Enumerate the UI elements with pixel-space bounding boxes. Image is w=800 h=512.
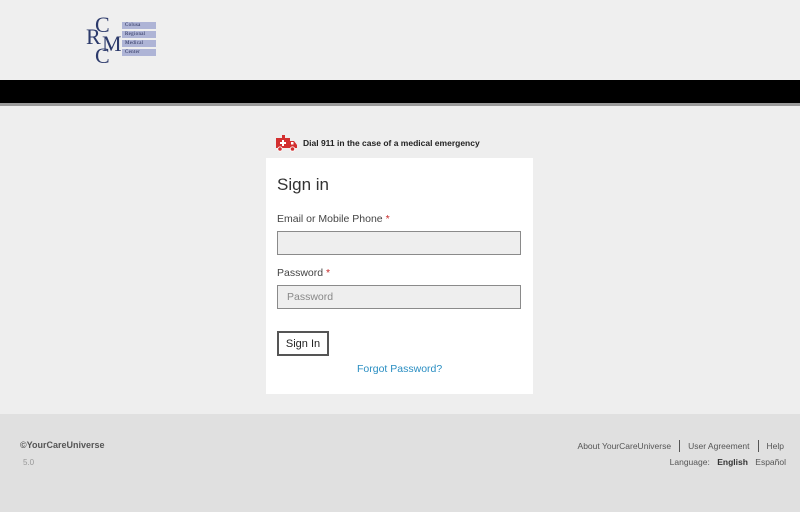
language-option-espanol[interactable]: Español: [755, 457, 786, 467]
sign-in-title: Sign in: [277, 175, 329, 194]
logo-word-center: Center: [122, 49, 156, 56]
footer-link-divider: [679, 440, 681, 452]
header: C R M C Colusa Regional Medical Center: [0, 0, 800, 80]
email-field[interactable]: [277, 231, 521, 255]
password-field[interactable]: [277, 285, 521, 309]
top-bar: [0, 80, 800, 103]
language-label: Language:: [669, 457, 710, 467]
sign-in-card: Sign in Email or Mobile Phone * Password…: [266, 158, 533, 394]
copyright-text: ©YourCareUniverse: [20, 440, 105, 450]
language-option-english[interactable]: English: [717, 457, 748, 467]
password-label-text: Password: [277, 267, 324, 279]
forgot-password-link[interactable]: Forgot Password?: [357, 363, 442, 375]
logo-name-bars: Colusa Regional Medical Center: [122, 22, 156, 58]
help-link[interactable]: Help: [767, 441, 784, 451]
footer: ©YourCareUniverse 5.0 About YourCareUniv…: [0, 414, 800, 512]
email-label: Email or Mobile Phone *: [277, 213, 390, 225]
user-agreement-link[interactable]: User Agreement: [688, 441, 749, 451]
sign-in-button[interactable]: Sign In: [277, 331, 329, 356]
language-selector: Language: English Español: [670, 457, 786, 467]
footer-link-divider: [757, 440, 759, 452]
password-label: Password *: [277, 267, 330, 279]
version-text: 5.0: [23, 458, 35, 467]
password-required-marker: *: [326, 267, 331, 279]
footer-links: About YourCareUniverse User Agreement He…: [578, 440, 784, 452]
email-label-text: Email or Mobile Phone: [277, 213, 383, 225]
crmc-logo[interactable]: C R M C Colusa Regional Medical Center: [86, 14, 160, 68]
email-required-marker: *: [385, 213, 390, 225]
top-bar-divider: [0, 103, 800, 106]
emergency-notice: Dial 911 in the case of a medical emerge…: [276, 134, 480, 152]
logo-word-medical: Medical: [122, 40, 156, 47]
logo-letter-c-bottom: C: [95, 43, 110, 68]
emergency-notice-text: Dial 911 in the case of a medical emerge…: [303, 138, 480, 148]
about-link[interactable]: About YourCareUniverse: [578, 441, 672, 451]
ambulance-icon: [276, 134, 297, 152]
logo-word-colusa: Colusa: [122, 22, 156, 29]
logo-word-regional: Regional: [122, 31, 156, 38]
